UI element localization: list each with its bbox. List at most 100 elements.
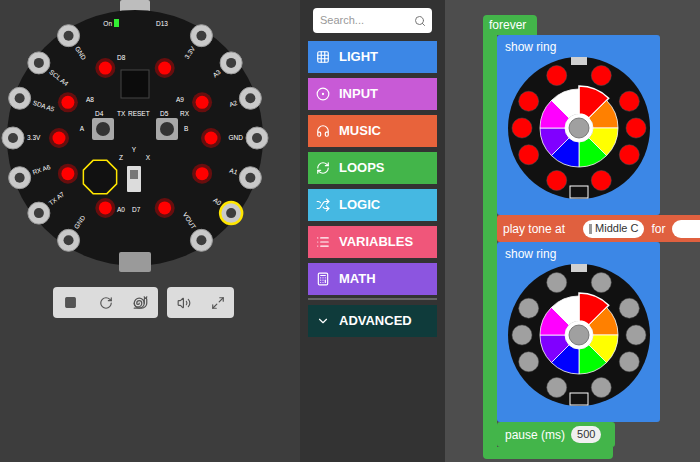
toolbox-category[interactable]: LIGHT — [308, 41, 437, 73]
pause-block[interactable]: pause (ms)500 — [497, 422, 615, 447]
category-icon — [316, 124, 330, 138]
mute-button[interactable] — [167, 287, 201, 318]
ring-led[interactable] — [626, 118, 646, 138]
play-tone-block[interactable]: play tone at Middle C for — [497, 215, 700, 242]
ring-led[interactable] — [619, 298, 639, 318]
block-label: show ring — [505, 246, 556, 262]
editor: 3.3VA3A2GNDA1A0VOUTGNDSCL A4SDA A53.3VRX… — [0, 0, 700, 462]
button-b[interactable] — [156, 118, 178, 140]
palette-segment[interactable] — [540, 128, 569, 156]
neopixel — [192, 92, 212, 112]
pin-pad[interactable]: GND — [58, 214, 87, 251]
toolbox-category[interactable]: MATH — [308, 263, 437, 295]
toolbox-category[interactable]: INPUT — [308, 78, 437, 110]
neopixel — [201, 128, 221, 148]
palette-segment[interactable] — [579, 138, 607, 167]
block-label: play tone at — [503, 220, 565, 238]
neopixel — [155, 198, 175, 218]
note-dropdown[interactable]: Middle C — [583, 220, 644, 238]
pin-pad[interactable]: RX A6 — [9, 163, 52, 189]
toolbox-category[interactable]: LOGIC — [308, 189, 437, 221]
board-label: D8 — [117, 54, 126, 61]
ring-led[interactable] — [512, 118, 532, 138]
search-input[interactable] — [320, 12, 414, 29]
ring-led[interactable] — [518, 298, 538, 318]
neopixel — [95, 58, 115, 78]
pin-pad[interactable]: A0 — [212, 196, 242, 224]
show-ring-block[interactable]: show ring — [497, 35, 660, 215]
ring-editor[interactable] — [506, 55, 652, 201]
ring-led[interactable] — [546, 273, 566, 293]
palette-segment[interactable] — [579, 345, 607, 374]
palette-segment[interactable] — [588, 100, 617, 128]
pin-pad[interactable]: VOUT — [182, 211, 213, 251]
separator — [308, 298, 437, 300]
advanced-category[interactable]: ADVANCED — [308, 305, 437, 337]
ring-led[interactable] — [619, 352, 639, 372]
pin-label: A1 — [229, 167, 239, 176]
pin-pad[interactable]: A2 — [228, 87, 261, 109]
ring-led[interactable] — [591, 273, 611, 293]
neopixel — [155, 58, 175, 78]
duration-dropdown[interactable] — [672, 220, 700, 238]
toolbox-category[interactable]: MUSIC — [308, 115, 437, 147]
toolbox-category[interactable]: LOOPS — [308, 152, 437, 184]
speaker[interactable] — [83, 160, 116, 193]
restart-button[interactable] — [88, 287, 123, 318]
ring-led[interactable] — [591, 377, 611, 397]
toolbox-category[interactable]: VARIABLES — [308, 226, 437, 258]
slow-motion-button[interactable] — [123, 287, 158, 318]
ring-led[interactable] — [518, 352, 538, 372]
circuit-board[interactable]: 3.3VA3A2GNDA1A0VOUTGNDSCL A4SDA A53.3VRX… — [0, 0, 270, 276]
ring-led[interactable] — [546, 66, 566, 86]
board-label: A — [80, 125, 85, 132]
pin-label: GND — [74, 45, 88, 61]
pin-pad[interactable]: SDA A5 — [9, 87, 56, 113]
pin-pad[interactable]: TX A7 — [28, 190, 66, 224]
fullscreen-button[interactable] — [201, 287, 234, 318]
neopixel — [95, 198, 115, 218]
category-icon — [316, 87, 330, 101]
ring-led[interactable] — [619, 145, 639, 165]
pin-label: VOUT — [182, 211, 198, 230]
stop-button[interactable] — [53, 287, 88, 318]
ring-led[interactable] — [591, 170, 611, 190]
board-label: D7 — [132, 206, 141, 213]
palette-segment[interactable] — [551, 89, 579, 118]
ring-led[interactable] — [626, 325, 646, 345]
slide-switch[interactable] — [127, 166, 141, 192]
ring-led[interactable] — [591, 66, 611, 86]
piano-icon — [589, 224, 592, 234]
forever-block[interactable]: forevershow ringplay tone atMiddle Cfors… — [483, 15, 700, 459]
category-icon — [316, 50, 330, 64]
pin-pad[interactable]: GND — [229, 127, 268, 149]
category-icon — [316, 235, 330, 249]
pin-label: 3.3V — [27, 134, 41, 141]
palette-segment[interactable] — [551, 296, 579, 325]
ring-led[interactable] — [546, 170, 566, 190]
ring-editor[interactable] — [506, 262, 652, 408]
pin-pad[interactable]: GND — [58, 25, 88, 62]
ring-led[interactable] — [518, 91, 538, 111]
pin-pad[interactable]: A1 — [229, 167, 262, 189]
category-icon — [316, 272, 330, 286]
search-box[interactable] — [313, 8, 432, 33]
pin-pad[interactable]: 3.3V — [183, 25, 213, 60]
ring-led[interactable] — [518, 145, 538, 165]
palette-segment[interactable] — [588, 307, 617, 335]
palette-segment[interactable] — [540, 335, 569, 363]
pin-pad[interactable]: SCL A4 — [28, 52, 70, 87]
category-icon — [316, 161, 330, 175]
block-label: for — [651, 220, 665, 238]
ring-led[interactable] — [512, 325, 532, 345]
show-ring-block[interactable]: show ring — [497, 242, 660, 422]
pin-pad[interactable]: A3 — [211, 52, 242, 79]
pin-label: GND — [73, 214, 87, 230]
pin-pad[interactable]: 3.3V — [2, 127, 41, 149]
ring-led[interactable] — [546, 377, 566, 397]
number-field[interactable]: 500 — [571, 426, 601, 443]
volume-icon — [177, 296, 191, 310]
ring-led[interactable] — [619, 91, 639, 111]
workspace[interactable]: forevershow ringplay tone atMiddle Cfors… — [445, 0, 700, 462]
button-a[interactable] — [92, 118, 114, 140]
